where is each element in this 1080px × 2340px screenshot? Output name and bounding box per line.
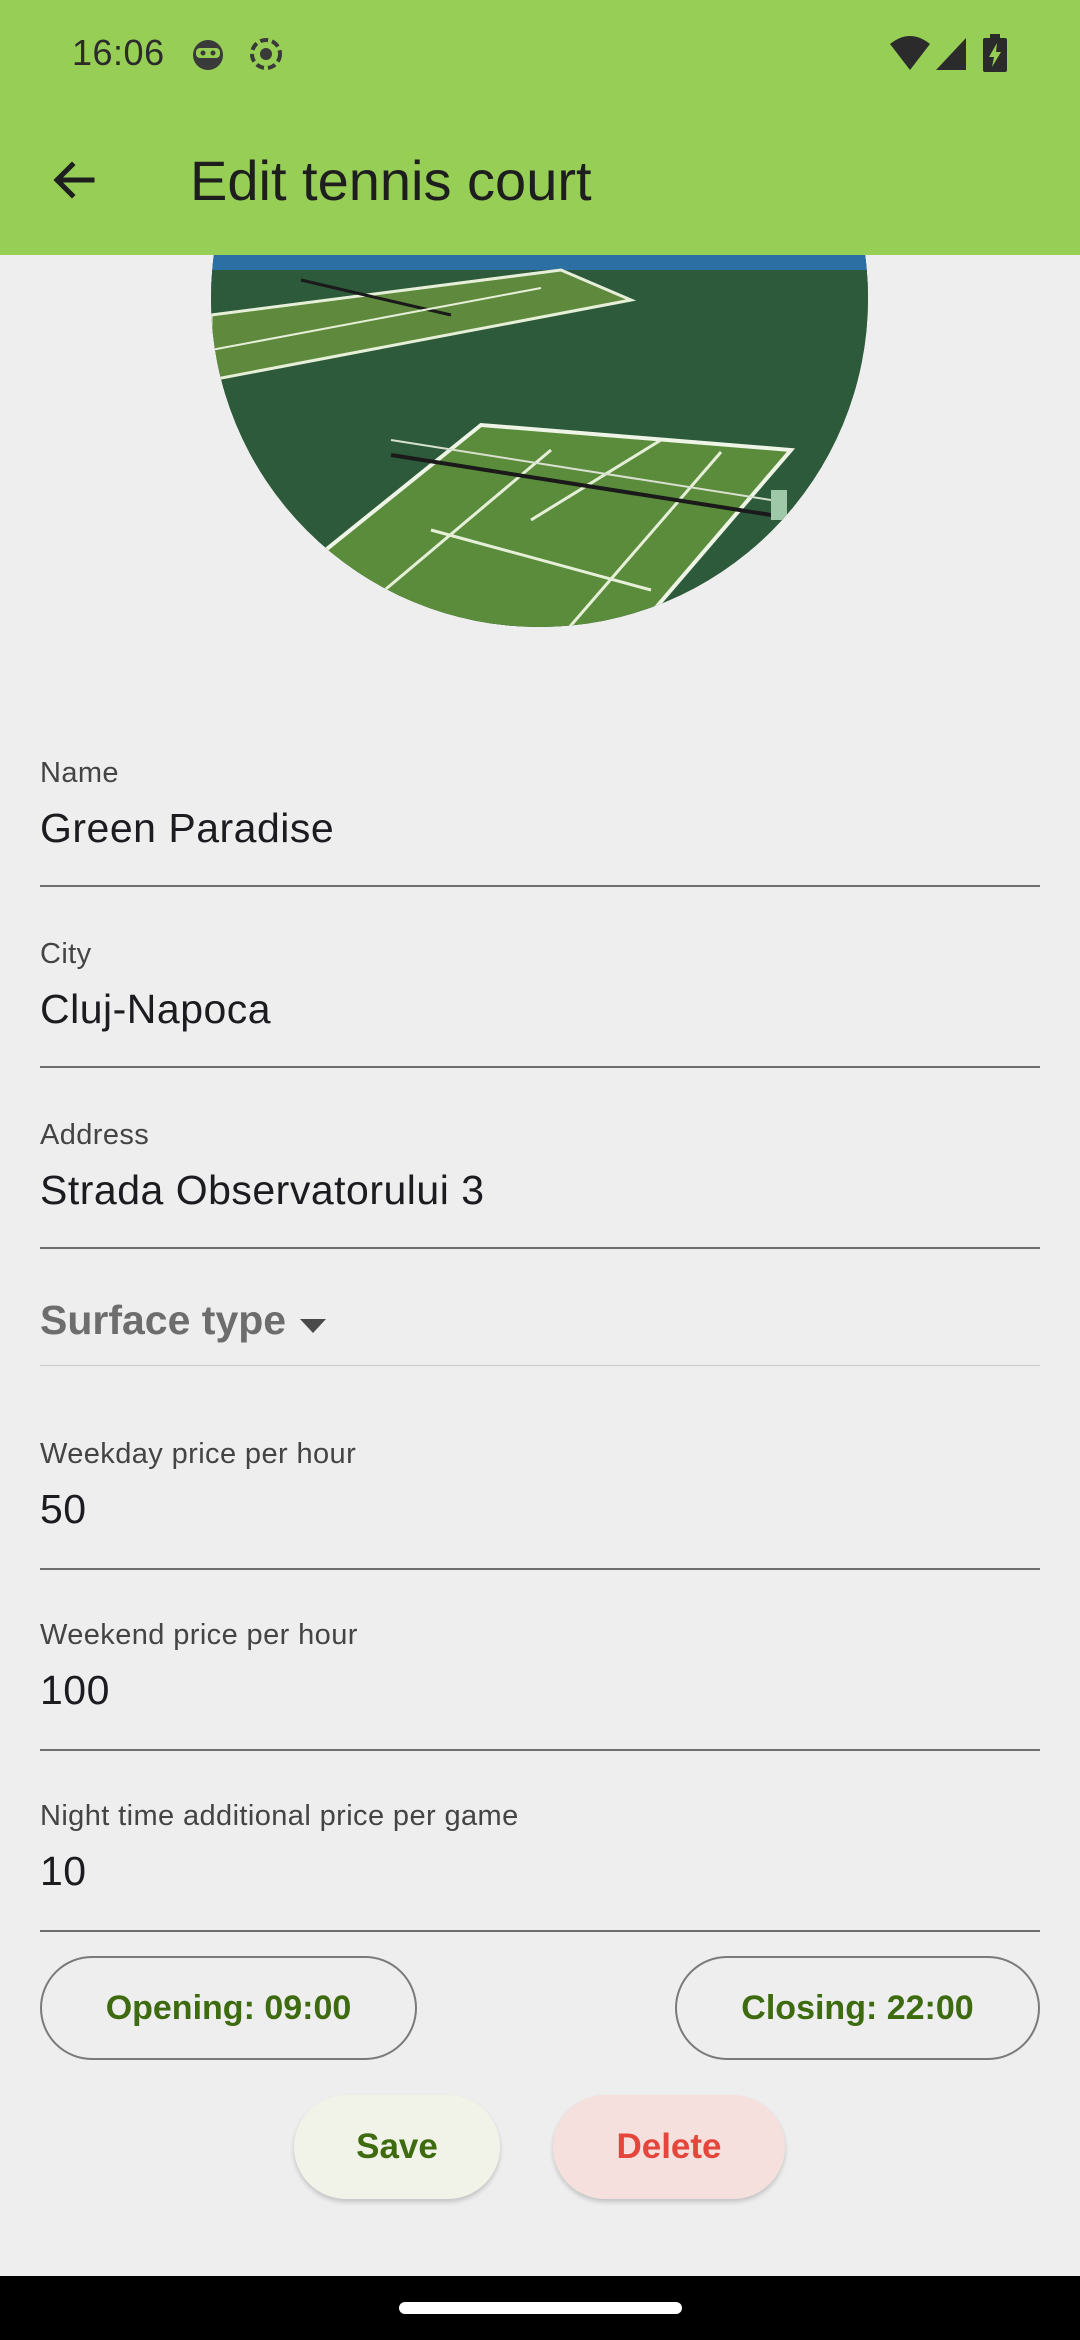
status-time: 16:06 (72, 32, 165, 73)
city-label: City (40, 938, 92, 970)
app-bar: 16:06 Edit tennis court (0, 0, 1080, 255)
weekend-price-underline (40, 1749, 1040, 1751)
screen-record-icon (246, 34, 286, 79)
delete-button[interactable]: Delete (553, 2095, 785, 2199)
court-photo[interactable] (211, 255, 868, 627)
night-price-underline (40, 1930, 1040, 1932)
name-label: Name (40, 757, 119, 789)
city-field[interactable]: City Cluj-Napoca (40, 938, 1040, 1070)
address-field[interactable]: Address Strada Observatorului 3 (40, 1119, 1040, 1251)
save-button[interactable]: Save (294, 2095, 500, 2199)
wifi-icon (888, 34, 932, 79)
page-title: Edit tennis court (190, 149, 592, 212)
name-field[interactable]: Name Green Paradise (40, 757, 1040, 889)
opening-time-button[interactable]: Opening: 09:00 (40, 1956, 417, 2060)
city-underline (40, 1066, 1040, 1068)
surface-type-underline (40, 1365, 1040, 1366)
weekday-price-field[interactable]: Weekday price per hour 50 (40, 1438, 1040, 1570)
name-value[interactable]: Green Paradise (40, 805, 334, 852)
night-price-field[interactable]: Night time additional price per game 10 (40, 1800, 1040, 1932)
back-button[interactable] (32, 140, 116, 224)
city-value[interactable]: Cluj-Napoca (40, 986, 271, 1033)
weekend-price-field[interactable]: Weekend price per hour 100 (40, 1619, 1040, 1751)
surface-type-hint: Surface type (40, 1297, 287, 1343)
home-indicator[interactable] (399, 2302, 682, 2314)
closing-time-button[interactable]: Closing: 22:00 (675, 1956, 1040, 2060)
court-image-area (0, 255, 1080, 715)
arrow-back-icon (50, 156, 98, 209)
name-underline (40, 885, 1040, 887)
weekday-price-value[interactable]: 50 (40, 1486, 87, 1533)
address-value[interactable]: Strada Observatorului 3 (40, 1167, 485, 1214)
night-price-value[interactable]: 10 (40, 1848, 87, 1895)
weekend-price-label: Weekend price per hour (40, 1619, 358, 1651)
arrow-drop-down-icon (298, 1317, 328, 1340)
address-underline (40, 1247, 1040, 1249)
weekend-price-value[interactable]: 100 (40, 1667, 110, 1714)
status-bar: 16:06 (0, 0, 1080, 110)
address-label: Address (40, 1119, 150, 1151)
battery-charging-icon (982, 34, 1008, 79)
weekday-price-label: Weekday price per hour (40, 1438, 357, 1470)
cell-signal-icon (934, 34, 968, 79)
surface-type-dropdown[interactable]: Surface type (40, 1295, 1040, 1367)
notification-face-icon (188, 34, 228, 79)
weekday-price-underline (40, 1568, 1040, 1570)
night-price-label: Night time additional price per game (40, 1800, 519, 1832)
